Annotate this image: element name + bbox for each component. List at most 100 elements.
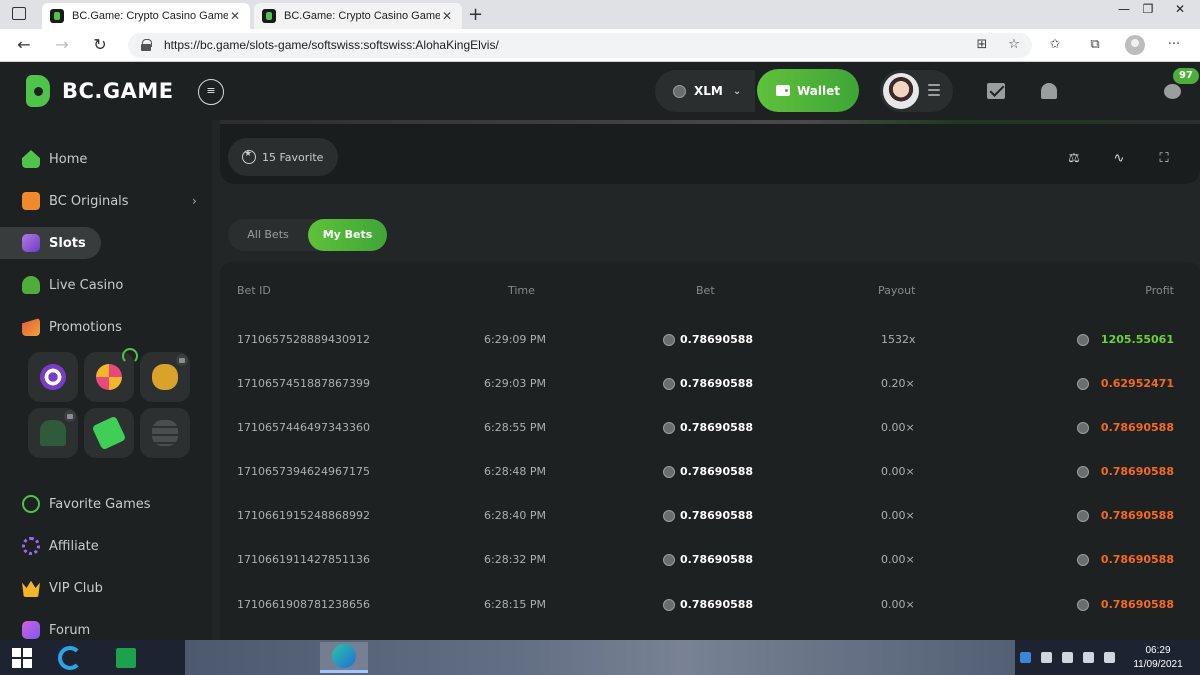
- flag-icon[interactable]: [1041, 652, 1052, 663]
- fullscreen-icon[interactable]: ⛶: [1156, 152, 1172, 166]
- more-menu-button[interactable]: ···: [1166, 37, 1182, 53]
- wallet-label: Wallet: [796, 83, 840, 98]
- bet-profit: 1205.55061: [1076, 333, 1174, 346]
- sidebar-item-forum[interactable]: Forum: [0, 614, 212, 640]
- sidebar-item-home[interactable]: Home: [0, 143, 212, 175]
- browser-profile-icon[interactable]: [1125, 35, 1145, 55]
- close-window-button[interactable]: ✕: [1170, 2, 1190, 16]
- tab-all-bets[interactable]: All Bets: [228, 219, 308, 251]
- bet-amount: 0.78690588: [663, 465, 753, 478]
- tab-title: BC.Game: Crypto Casino Games: [72, 10, 228, 22]
- table-row[interactable]: 1710657446497343360 6:28:55 PM 0.7869058…: [220, 407, 1200, 451]
- bet-id[interactable]: 1710657451887867399: [237, 377, 370, 390]
- sidebar-item-label: Promotions: [49, 319, 122, 335]
- favorite-button[interactable]: 15 Favorite: [228, 138, 338, 176]
- bet-id[interactable]: 1710661911427851136: [237, 553, 370, 566]
- currency-selector[interactable]: XLM ⌄: [655, 70, 755, 112]
- sidebar-item-slots[interactable]: Slots: [0, 227, 101, 259]
- bet-id[interactable]: 1710661908781238656: [237, 598, 370, 611]
- table-row[interactable]: 1710661911427851136 6:28:32 PM 0.7869058…: [220, 539, 1200, 583]
- game-tile-rocket[interactable]: [28, 408, 78, 458]
- bet-id[interactable]: 1710657446497343360: [237, 421, 370, 434]
- game-tile-piggy[interactable]: [140, 352, 190, 402]
- game-tile-cash[interactable]: [84, 408, 134, 458]
- add-favorite-icon[interactable]: ☆: [1006, 37, 1022, 53]
- bet-payout: 0.00×: [881, 509, 915, 522]
- apps-icon[interactable]: ⊞: [974, 37, 990, 53]
- taskbar-store[interactable]: [104, 642, 148, 673]
- bell-icon[interactable]: [1041, 83, 1057, 99]
- address-toolbar: ← → ↻ https://bc.game/slots-game/softswi…: [0, 29, 1200, 62]
- taskbar-edge[interactable]: [320, 642, 368, 673]
- stats-icon[interactable]: ∿: [1111, 152, 1127, 166]
- windows-start-icon[interactable]: [12, 648, 32, 668]
- xlm-coin-icon: [663, 598, 675, 611]
- game-tile-spinner[interactable]: [28, 352, 78, 402]
- bet-id[interactable]: 1710657394624967175: [237, 465, 370, 478]
- close-tab-icon[interactable]: ✕: [228, 9, 242, 23]
- bet-time: 6:29:09 PM: [484, 333, 547, 346]
- taskbar-internet-explorer[interactable]: [48, 642, 92, 673]
- sidebar-item-label: Home: [49, 151, 88, 167]
- browser-tab-bar: BC.Game: Crypto Casino Games ✕ BC.Game: …: [0, 0, 1200, 29]
- bet-id[interactable]: 1710657528889430912: [237, 333, 370, 346]
- sidebar-item-favorite-games[interactable]: Favorite Games: [0, 488, 212, 520]
- fairness-icon[interactable]: ⚖: [1066, 152, 1082, 166]
- restore-button[interactable]: ❐: [1138, 2, 1158, 16]
- game-frame-edge: [220, 120, 1200, 124]
- table-row[interactable]: 1710661908781238656 6:28:15 PM 0.7869058…: [220, 584, 1200, 628]
- close-tab-icon[interactable]: ✕: [440, 9, 454, 23]
- url-text[interactable]: https://bc.game/slots-game/softswiss:sof…: [164, 38, 499, 52]
- taskbar-clock[interactable]: 06:29 11/09/2021: [1130, 644, 1186, 672]
- sidebar-item-vip-club[interactable]: VIP Club: [0, 572, 212, 604]
- wallet-button[interactable]: Wallet: [757, 69, 859, 112]
- bet-payout: 0.00×: [881, 553, 915, 566]
- game-tile-wheel[interactable]: [84, 348, 138, 402]
- chat-icon[interactable]: [1164, 84, 1181, 99]
- tray-app-icon[interactable]: [1020, 652, 1031, 663]
- tab-actions-icon[interactable]: [12, 7, 26, 20]
- joystick-icon: [22, 276, 40, 294]
- back-button[interactable]: ←: [14, 35, 34, 55]
- sidebar-item-label: Slots: [49, 235, 86, 251]
- menu-toggle-button[interactable]: ≡: [198, 79, 224, 105]
- mail-icon[interactable]: [987, 83, 1005, 99]
- tab-my-bets[interactable]: My Bets: [308, 219, 387, 251]
- column-header-bet-id: Bet ID: [237, 284, 271, 297]
- volume-icon[interactable]: [1104, 652, 1115, 663]
- signal-icon[interactable]: [1083, 652, 1094, 663]
- bet-id[interactable]: 1710661915248868992: [237, 509, 370, 522]
- bc-game-logo[interactable]: BC.GAME: [24, 75, 174, 107]
- favorites-icon[interactable]: ✩: [1047, 37, 1063, 53]
- network-icon[interactable]: [1062, 652, 1073, 663]
- crown-icon: [22, 580, 40, 597]
- currency-label: XLM: [694, 84, 723, 98]
- bet-payout: 0.00×: [881, 598, 915, 611]
- sidebar-item-affiliate[interactable]: Affiliate: [0, 530, 212, 562]
- lock-icon[interactable]: [141, 39, 152, 51]
- user-menu-icon[interactable]: [928, 84, 940, 96]
- table-row[interactable]: 1710657394624967175 6:28:48 PM 0.7869058…: [220, 451, 1200, 495]
- game-tile-coins[interactable]: [140, 408, 190, 458]
- table-row[interactable]: 1710657451887867399 6:29:03 PM 0.7869058…: [220, 363, 1200, 407]
- bc-game-favicon-icon: [262, 9, 276, 23]
- collections-icon[interactable]: ⧉: [1087, 37, 1103, 53]
- browser-tab-1[interactable]: BC.Game: Crypto Casino Games ✕: [42, 3, 250, 29]
- chevron-right-icon[interactable]: ›: [192, 194, 197, 208]
- sidebar-item-bc-originals[interactable]: BC Originals ›: [0, 185, 212, 217]
- avatar[interactable]: [883, 73, 919, 109]
- minimize-button[interactable]: —: [1114, 2, 1134, 16]
- xlm-coin-icon: [663, 509, 675, 522]
- forward-button[interactable]: →: [52, 35, 72, 55]
- sidebar-item-promotions[interactable]: Promotions: [0, 311, 212, 343]
- lock-icon: [64, 410, 76, 422]
- user-menu[interactable]: [880, 70, 953, 112]
- browser-tab-2[interactable]: BC.Game: Crypto Casino Games ✕: [254, 3, 462, 29]
- address-bar[interactable]: https://bc.game/slots-game/softswiss:sof…: [128, 33, 1032, 58]
- table-row[interactable]: 1710657528889430912 6:29:09 PM 0.7869058…: [220, 319, 1200, 363]
- new-tab-button[interactable]: +: [468, 4, 483, 25]
- sidebar-item-live-casino[interactable]: Live Casino: [0, 269, 212, 301]
- refresh-button[interactable]: ↻: [90, 35, 110, 55]
- table-row[interactable]: 1710661915248868992 6:28:40 PM 0.7869058…: [220, 495, 1200, 539]
- bet-time: 6:28:15 PM: [484, 598, 547, 611]
